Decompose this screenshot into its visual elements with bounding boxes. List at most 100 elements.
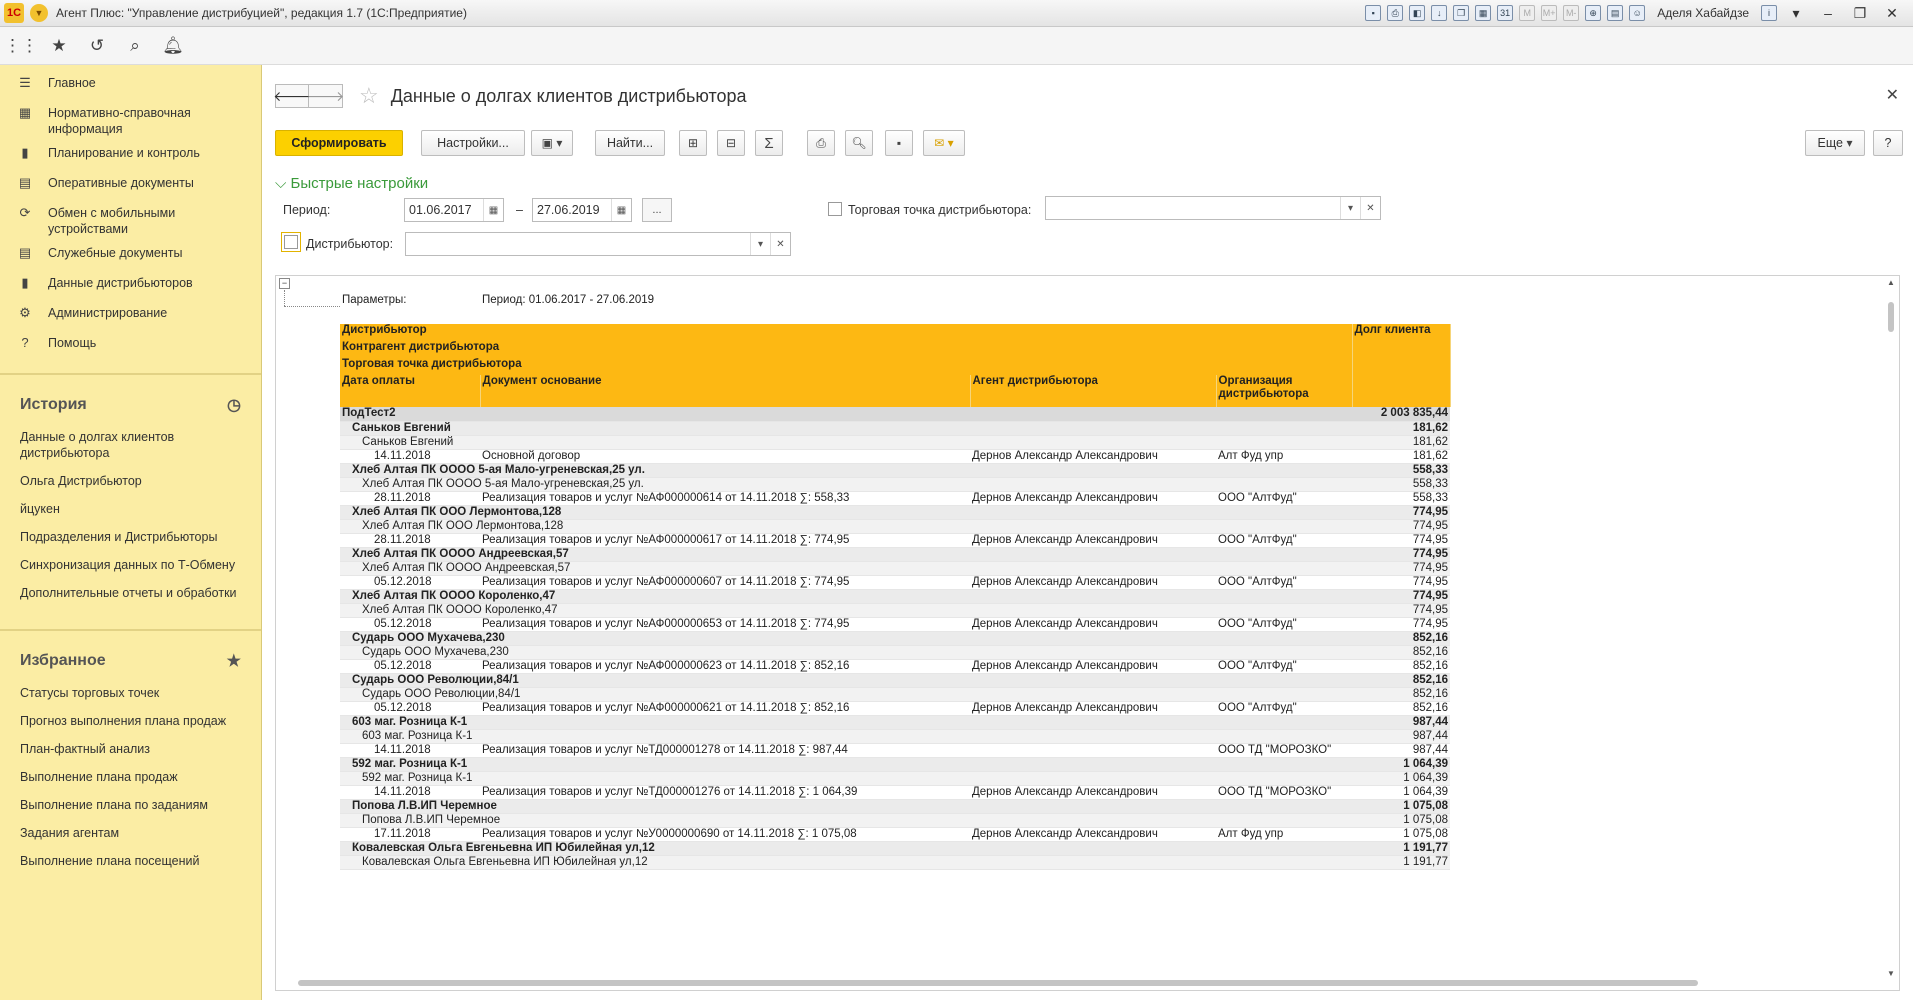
history-link[interactable]: Данные о долгах клиентов дистрибьютора [0, 423, 261, 467]
table-row[interactable]: Хлеб Алтая ПК ОООО Короленко,47 774,95 [340, 589, 1450, 604]
favorite-link[interactable]: Выполнение плана по заданиям [0, 791, 261, 819]
print-button[interactable]: ⎙ [807, 130, 835, 156]
table-row[interactable]: Саньков Евгений 181,62 [340, 421, 1450, 436]
table-row[interactable]: Хлеб Алтая ПК ОООО 5-ая Мало-угреневская… [340, 477, 1450, 492]
table-row[interactable]: 17.11.2018 Реализация товаров и услуг №У0… [340, 827, 1450, 842]
table-row[interactable]: Ковалевская Ольга Евгеньевна ИП Юбилейна… [340, 841, 1450, 856]
favorite-link[interactable]: Прогноз выполнения плана продаж [0, 707, 261, 735]
sidebar-item[interactable]: ▮ Данные дистрибьюторов [0, 271, 261, 301]
back-button[interactable]: 🡐 [273, 84, 311, 108]
table-row[interactable]: 28.11.2018 Реализация товаров и услуг №АФ… [340, 533, 1450, 548]
history-icon[interactable]: ◷ [227, 395, 241, 415]
save-button[interactable]: ▪ [885, 130, 913, 156]
period-select-button[interactable]: ... [642, 198, 672, 222]
history-link[interactable]: Дополнительные отчеты и обработки [0, 579, 261, 607]
info-icon[interactable]: i [1761, 5, 1777, 21]
table-row[interactable]: Саньков Евгений 181,62 [340, 435, 1450, 450]
table-row[interactable]: Ковалевская Ольга Евгеньевна ИП Юбилейна… [340, 855, 1450, 870]
table-row[interactable]: Попова Л.В.ИП Черемное 1 075,08 [340, 813, 1450, 828]
window-menu-icon[interactable]: ▾ [1783, 5, 1809, 22]
settings-button[interactable]: Настройки... [421, 130, 525, 156]
table-row[interactable]: 592 маг. Розница К-1 1 064,39 [340, 771, 1450, 786]
preview-button[interactable]: 🔍︎ [845, 130, 873, 156]
favorite-link[interactable]: Выполнение плана посещений [0, 847, 261, 875]
distributor-field[interactable]: ▾ ✕ [405, 232, 791, 256]
memory-mplus-icon[interactable]: M+ [1541, 5, 1558, 21]
scroll-up-icon[interactable]: ▲ [1887, 278, 1895, 287]
table-row[interactable]: Хлеб Алтая ПК ОООО Короленко,47 774,95 [340, 603, 1450, 618]
favorites-star-icon[interactable]: ★ [227, 651, 241, 671]
table-row[interactable]: 603 маг. Розница К-1 987,44 [340, 715, 1450, 730]
table-row[interactable]: Хлеб Алтая ПК ООО Лермонтова,128 774,95 [340, 505, 1450, 520]
table-row[interactable]: 05.12.2018 Реализация товаров и услуг №АФ… [340, 575, 1450, 590]
favorite-link[interactable]: Статусы торговых точек [0, 679, 261, 707]
table-row[interactable]: 14.11.2018 Реализация товаров и услуг №ТД… [340, 785, 1450, 800]
forward-button[interactable]: 🡒 [307, 84, 344, 108]
find-button[interactable]: Найти... [595, 130, 665, 156]
bell-icon[interactable]: 🔔︎ [162, 35, 184, 57]
print-icon[interactable]: ⎙ [1387, 5, 1404, 21]
memory-mminus-icon[interactable]: M- [1563, 5, 1580, 21]
calendar-icon[interactable]: ▦ [483, 199, 503, 221]
table-row[interactable]: Сударь ООО Мухачева,230 852,16 [340, 645, 1450, 660]
sidebar-item[interactable]: ▮ Планирование и контроль [0, 141, 261, 171]
table-row[interactable]: Хлеб Алтая ПК ОООО Андреевская,57 774,95 [340, 561, 1450, 576]
expand-groups-button[interactable]: ⊞ [679, 130, 707, 156]
sidebar-item[interactable]: ▤ Служебные документы [0, 241, 261, 271]
table-row[interactable]: 05.12.2018 Реализация товаров и услуг №АФ… [340, 659, 1450, 674]
table-row[interactable]: 592 маг. Розница К-1 1 064,39 [340, 757, 1450, 772]
table-row[interactable]: 05.12.2018 Реализация товаров и услуг №АФ… [340, 701, 1450, 716]
table-row[interactable]: Сударь ООО Революции,84/1 852,16 [340, 673, 1450, 688]
help-button[interactable]: ? [1873, 130, 1903, 156]
horizontal-scrollbar[interactable] [298, 978, 1878, 988]
memory-m-icon[interactable]: M [1519, 5, 1536, 21]
sidebar-item[interactable]: ☰ Главное [0, 71, 261, 101]
table-row[interactable]: Хлеб Алтая ПК ООО Лермонтова,128 774,95 [340, 519, 1450, 534]
outlet-checkbox[interactable] [828, 202, 842, 216]
main-menu-icon[interactable]: ▼ [30, 4, 48, 22]
table-row[interactable]: Попова Л.В.ИП Черемное 1 075,08 [340, 799, 1450, 814]
variants-button[interactable]: ▣ ▾ [531, 130, 573, 156]
history-icon[interactable]: ↺ [86, 35, 108, 57]
favorite-star-icon[interactable]: ☆ [359, 83, 379, 109]
sidebar-item[interactable]: ▤ Оперативные документы [0, 171, 261, 201]
table-row[interactable]: Хлеб Алтая ПК ОООО Андреевская,57 774,95 [340, 547, 1450, 562]
copy-icon[interactable]: ❐ [1453, 5, 1470, 21]
more-button[interactable]: Еще ▾ [1805, 130, 1865, 156]
clear-icon[interactable]: ✕ [770, 233, 790, 255]
minimize-icon[interactable]: – [1815, 5, 1841, 21]
close-window-icon[interactable]: ✕ [1879, 5, 1905, 22]
sum-button[interactable]: Σ [755, 130, 783, 156]
send-email-button[interactable]: ✉ ▾ [923, 130, 965, 156]
preview-icon[interactable]: ◧ [1409, 5, 1426, 21]
sidebar-item[interactable]: ? Помощь [0, 331, 261, 361]
table-row[interactable]: ПодТест2 2 003 835,44 [340, 407, 1450, 422]
scroll-down-icon[interactable]: ▼ [1887, 969, 1895, 978]
history-link[interactable]: Подразделения и Дистрибьюторы [0, 523, 261, 551]
params-collapse-icon[interactable]: − [279, 278, 290, 289]
table-row[interactable]: 14.11.2018 Основной договор Дернов Алексан… [340, 449, 1450, 464]
table-row[interactable]: 14.11.2018 Реализация товаров и услуг №ТД… [340, 743, 1450, 758]
calendar-icon[interactable]: 31 [1497, 5, 1514, 21]
generate-button[interactable]: Сформировать [275, 130, 403, 156]
calculator-icon[interactable]: ▦ [1475, 5, 1492, 21]
history-link[interactable]: Ольга Дистрибьютор [0, 467, 261, 495]
distributor-checkbox[interactable] [284, 235, 298, 249]
app-logo-icon[interactable]: 1С [4, 3, 24, 23]
zoom-icon[interactable]: ⊕ [1585, 5, 1602, 21]
outlet-field[interactable]: ▾ ✕ [1045, 196, 1381, 220]
save-icon[interactable]: ▪ [1365, 5, 1382, 21]
sidebar-item[interactable]: ⚙ Администрирование [0, 301, 261, 331]
favorite-link[interactable]: Выполнение плана продаж [0, 763, 261, 791]
clear-icon[interactable]: ✕ [1360, 197, 1380, 219]
report-spreadsheet[interactable]: − Параметры: Период: 01.06.2017 - 27.06.… [275, 275, 1900, 991]
table-row[interactable]: Хлеб Алтая ПК ОООО 5-ая Мало-угреневская… [340, 463, 1450, 478]
panels-icon[interactable]: ▤ [1607, 5, 1624, 21]
favorite-link[interactable]: Задания агентам [0, 819, 261, 847]
favorite-link[interactable]: План-фактный анализ [0, 735, 261, 763]
table-row[interactable]: 28.11.2018 Реализация товаров и услуг №АФ… [340, 491, 1450, 506]
dropdown-icon[interactable]: ▾ [750, 233, 770, 255]
history-link[interactable]: Синхронизация данных по Т-Обмену [0, 551, 261, 579]
calendar-icon[interactable]: ▦ [611, 199, 631, 221]
table-row[interactable]: Сударь ООО Мухачева,230 852,16 [340, 631, 1450, 646]
